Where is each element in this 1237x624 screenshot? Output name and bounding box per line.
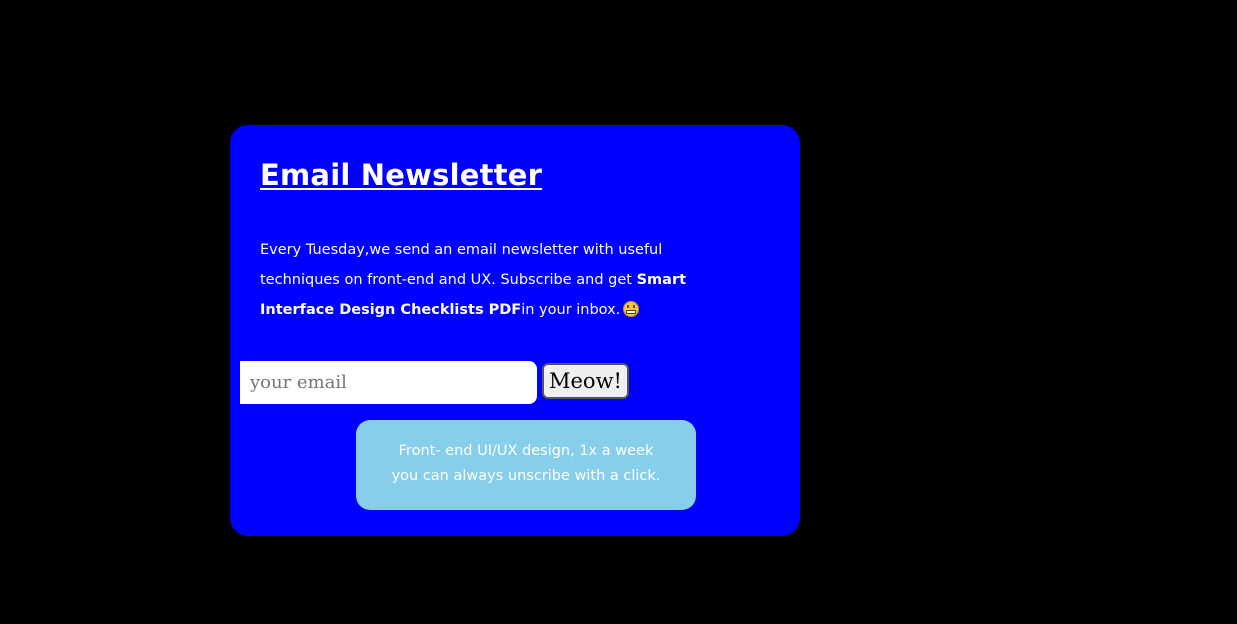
newsletter-card: Email Newsletter Every Tuesday,we send a… bbox=[230, 125, 800, 536]
description-intro: Every Tuesday,we send an email newslette… bbox=[260, 242, 663, 288]
grimacing-face-icon bbox=[623, 301, 640, 317]
note-line-1: Front- end UI/UX design, 1x a week bbox=[398, 443, 654, 459]
newsletter-description: Every Tuesday,we send an email newslette… bbox=[260, 235, 690, 325]
newsletter-title: Email Newsletter bbox=[260, 158, 543, 192]
info-note: Front- end UI/UX design, 1x a week you c… bbox=[356, 420, 696, 510]
email-input[interactable] bbox=[240, 361, 537, 404]
meow-button[interactable]: Meow! bbox=[542, 363, 629, 399]
note-line-2: you can always unscribe with a click. bbox=[391, 468, 661, 484]
description-outro: in your inbox. bbox=[521, 302, 621, 318]
